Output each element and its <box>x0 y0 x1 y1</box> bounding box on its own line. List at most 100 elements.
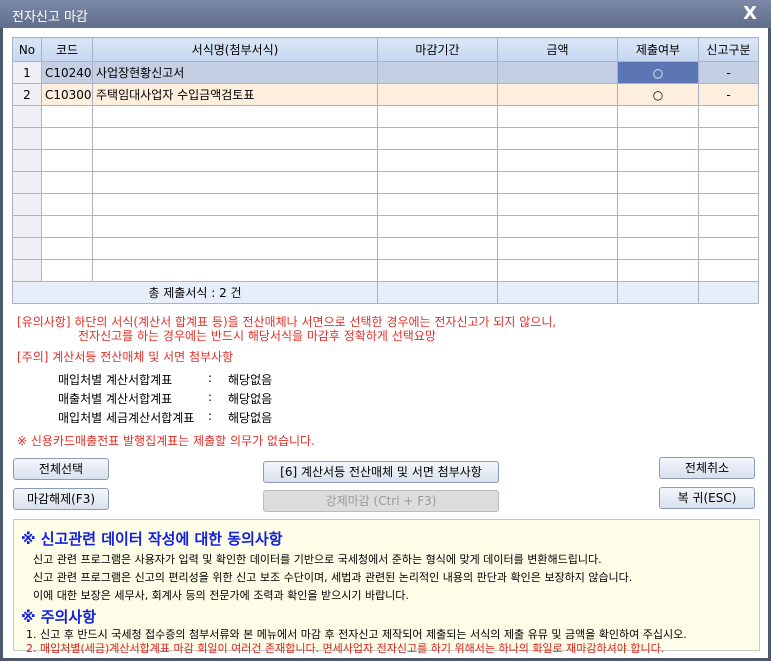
empty-cell[interactable] <box>41 237 93 260</box>
empty-cell[interactable] <box>497 193 618 216</box>
empty-cell[interactable] <box>92 259 378 282</box>
cell-period[interactable] <box>377 61 498 84</box>
empty-cell[interactable] <box>617 105 699 128</box>
cell-name[interactable]: 사업장현황신고서 <box>92 61 378 84</box>
cell-amount[interactable] <box>497 83 618 106</box>
empty-cell[interactable] <box>698 215 759 238</box>
empty-cell[interactable] <box>497 149 618 172</box>
consent-line: 신고 관련 프로그램은 사용자가 입력 및 확인한 데이터를 기반으로 국세청에… <box>33 553 602 566</box>
empty-cell[interactable] <box>617 259 699 282</box>
empty-cell[interactable] <box>12 127 42 150</box>
empty-cell[interactable] <box>497 237 618 260</box>
col-type[interactable]: 신고구분 <box>698 37 759 62</box>
cell-code[interactable]: C102400 <box>41 61 93 84</box>
empty-cell[interactable] <box>698 127 759 150</box>
empty-cell[interactable] <box>12 105 42 128</box>
empty-cell[interactable] <box>617 237 699 260</box>
table-row[interactable]: 2 C103000 주택임대사업자 수입금액검토표 ○ - <box>12 83 759 106</box>
empty-row[interactable] <box>12 259 759 282</box>
empty-cell[interactable] <box>12 215 42 238</box>
empty-cell[interactable] <box>617 171 699 194</box>
empty-cell[interactable] <box>12 171 42 194</box>
attention-heading: [주의] 계산서등 전산매체 및 서면 첨부사항 <box>17 350 234 364</box>
empty-cell[interactable] <box>617 215 699 238</box>
empty-cell[interactable] <box>12 149 42 172</box>
cell-name[interactable]: 주택임대사업자 수입금액검토표 <box>92 83 378 106</box>
empty-cell[interactable] <box>41 259 93 282</box>
empty-cell[interactable] <box>377 171 498 194</box>
empty-cell[interactable] <box>92 105 378 128</box>
empty-cell[interactable] <box>41 193 93 216</box>
item-sep: : <box>208 409 213 423</box>
empty-cell[interactable] <box>497 215 618 238</box>
empty-cell[interactable] <box>41 127 93 150</box>
empty-row[interactable] <box>12 105 759 128</box>
cell-amount[interactable] <box>497 61 618 84</box>
select-all-button[interactable]: 전체선택 <box>13 458 109 480</box>
empty-cell[interactable] <box>377 127 498 150</box>
cell-type[interactable]: - <box>698 61 759 84</box>
empty-cell[interactable] <box>617 127 699 150</box>
empty-cell[interactable] <box>92 237 378 260</box>
empty-cell[interactable] <box>377 215 498 238</box>
title-bar: 전자신고 마감 X <box>0 0 771 28</box>
empty-cell[interactable] <box>698 259 759 282</box>
empty-cell[interactable] <box>617 149 699 172</box>
attachments-button[interactable]: [6] 계산서등 전산매체 및 서면 첨부사항 <box>263 461 499 483</box>
empty-cell[interactable] <box>698 105 759 128</box>
empty-rows <box>12 105 759 282</box>
item-label: 매입처별 계산서합계표 <box>58 373 173 387</box>
item-value: 해당없음 <box>228 392 273 406</box>
empty-cell[interactable] <box>698 171 759 194</box>
empty-cell[interactable] <box>377 259 498 282</box>
empty-row[interactable] <box>12 149 759 172</box>
col-period[interactable]: 마감기간 <box>377 37 498 62</box>
empty-row[interactable] <box>12 171 759 194</box>
empty-cell[interactable] <box>497 127 618 150</box>
empty-cell[interactable] <box>92 171 378 194</box>
col-amount[interactable]: 금액 <box>497 37 618 62</box>
col-no[interactable]: No <box>12 37 42 62</box>
empty-cell[interactable] <box>92 215 378 238</box>
empty-cell[interactable] <box>497 105 618 128</box>
empty-row[interactable] <box>12 215 759 238</box>
col-submitted[interactable]: 제출여부 <box>617 37 699 62</box>
empty-row[interactable] <box>12 193 759 216</box>
empty-cell[interactable] <box>41 149 93 172</box>
empty-row[interactable] <box>12 237 759 260</box>
empty-cell[interactable] <box>377 237 498 260</box>
back-button[interactable]: 복 귀(ESC) <box>659 487 755 509</box>
cell-submitted[interactable]: ○ <box>617 83 699 106</box>
empty-cell[interactable] <box>92 127 378 150</box>
empty-cell[interactable] <box>12 237 42 260</box>
empty-cell[interactable] <box>12 193 42 216</box>
cell-type[interactable]: - <box>698 83 759 106</box>
cell-code[interactable]: C103000 <box>41 83 93 106</box>
col-name[interactable]: 서식명(첨부서식) <box>92 37 378 62</box>
close-button[interactable]: X <box>743 3 757 24</box>
empty-cell[interactable] <box>377 193 498 216</box>
empty-cell[interactable] <box>12 259 42 282</box>
empty-cell[interactable] <box>377 105 498 128</box>
empty-cell[interactable] <box>497 259 618 282</box>
empty-cell[interactable] <box>377 149 498 172</box>
empty-cell[interactable] <box>617 193 699 216</box>
empty-row[interactable] <box>12 127 759 150</box>
empty-cell[interactable] <box>698 149 759 172</box>
empty-cell[interactable] <box>698 193 759 216</box>
col-code[interactable]: 코드 <box>41 37 93 62</box>
empty-cell[interactable] <box>92 193 378 216</box>
unclose-button[interactable]: 마감해제(F3) <box>13 488 109 510</box>
table-row[interactable]: 1 C102400 사업장현황신고서 ○ - <box>12 61 759 84</box>
cell-submitted[interactable]: ○ <box>617 61 699 84</box>
empty-cell[interactable] <box>41 171 93 194</box>
empty-cell[interactable] <box>698 237 759 260</box>
empty-cell[interactable] <box>497 171 618 194</box>
cell-period[interactable] <box>377 83 498 106</box>
empty-cell[interactable] <box>41 215 93 238</box>
consent-heading: ※ 신고관련 데이터 작성에 대한 동의사항 <box>21 530 283 548</box>
total-empty <box>698 281 759 304</box>
empty-cell[interactable] <box>92 149 378 172</box>
empty-cell[interactable] <box>41 105 93 128</box>
cancel-all-button[interactable]: 전체취소 <box>659 457 755 479</box>
